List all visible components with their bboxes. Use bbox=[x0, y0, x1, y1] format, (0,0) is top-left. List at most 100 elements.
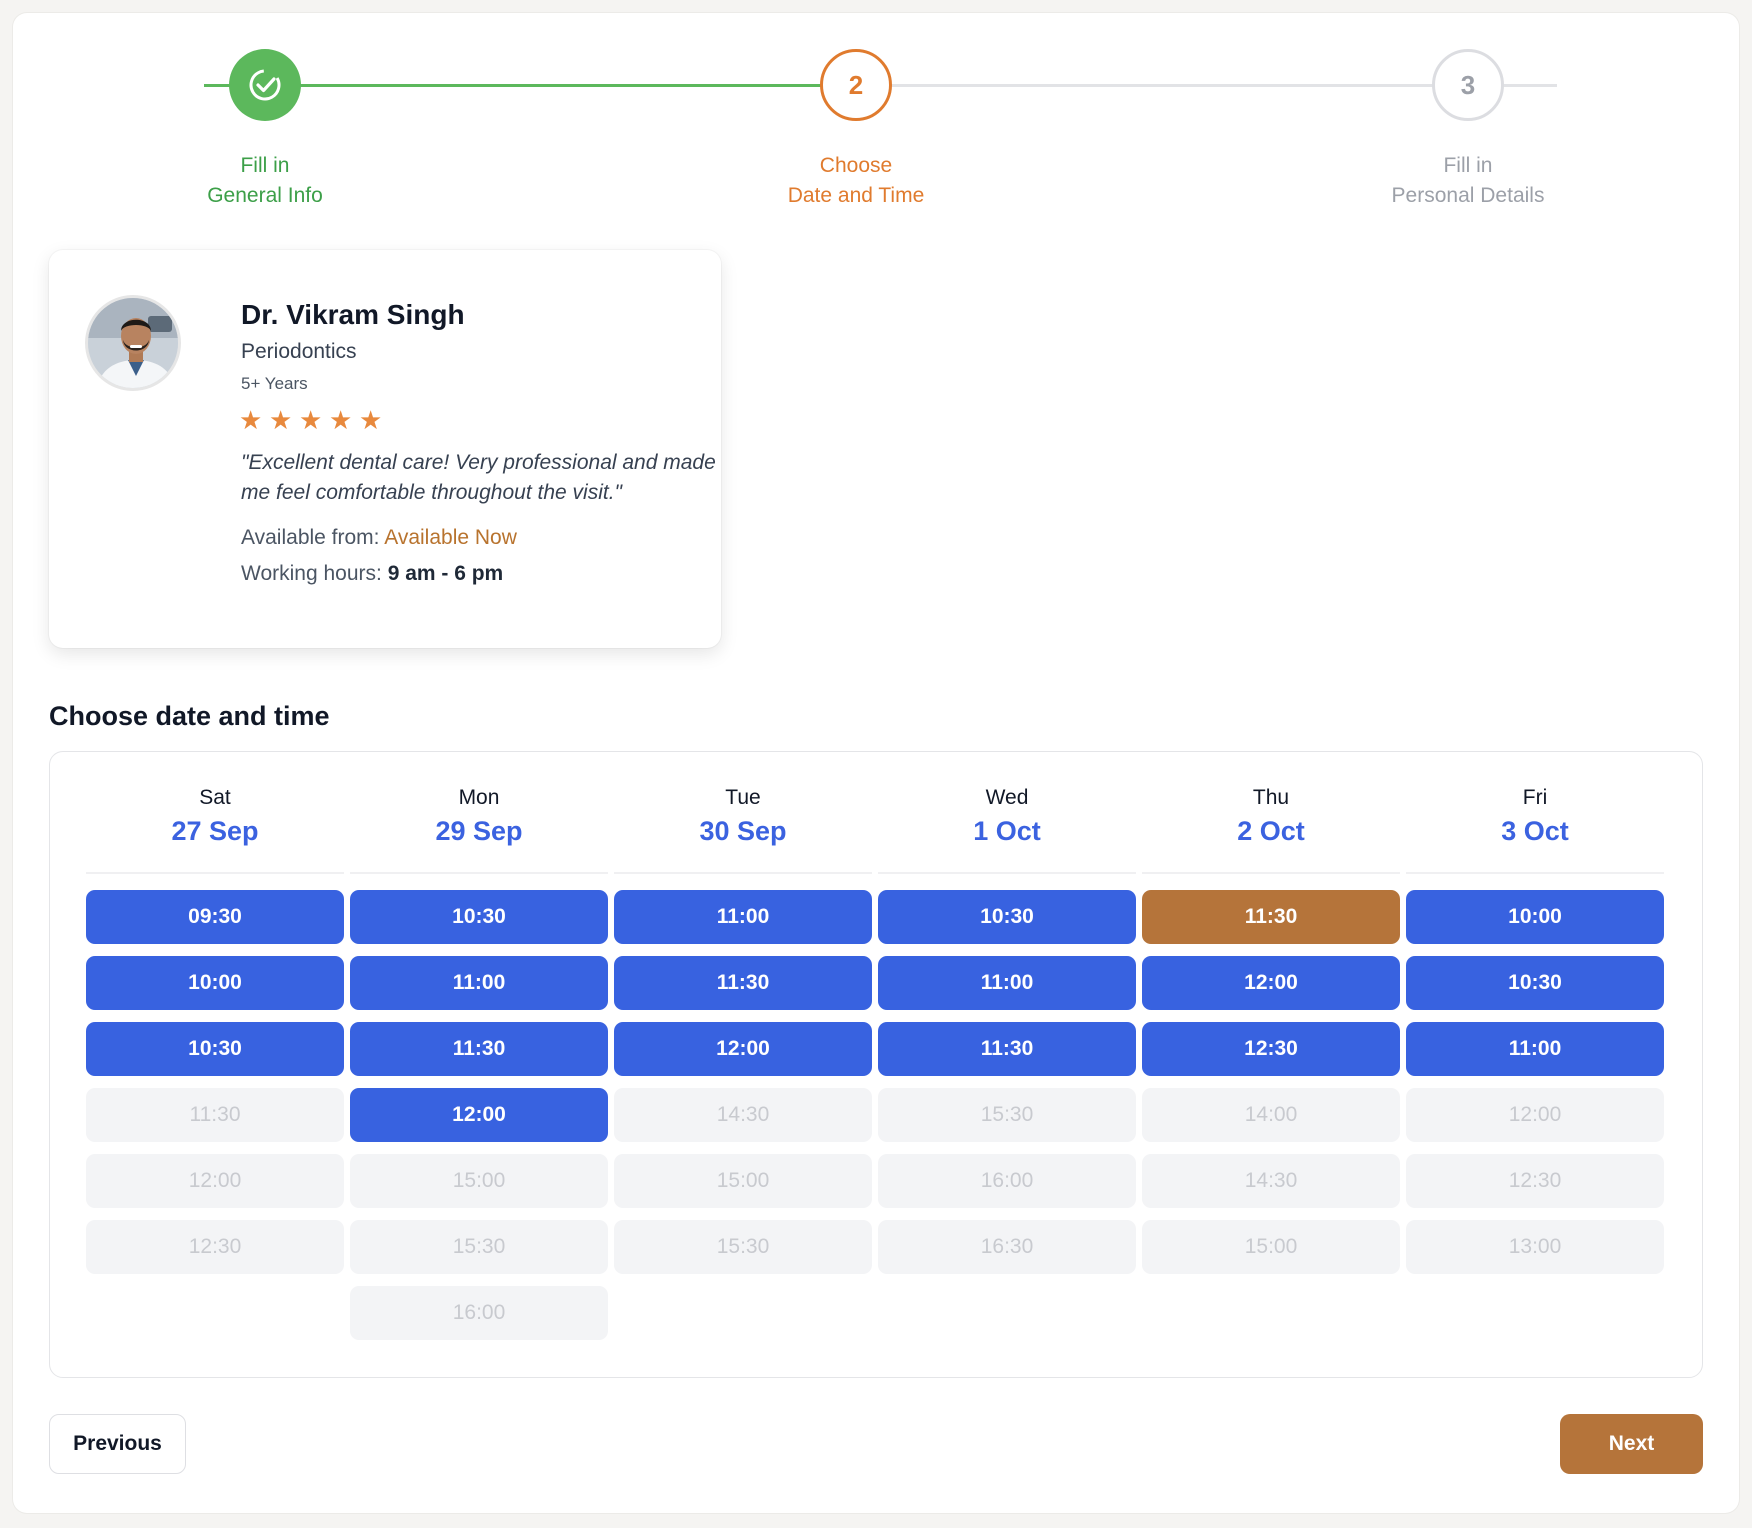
step-3-circle[interactable]: 3 bbox=[1432, 49, 1504, 121]
slot-list: 11:00 11:30 12:00 14:30 15:00 15:30 bbox=[614, 890, 872, 1274]
section-title: Choose date and time bbox=[49, 701, 330, 731]
availability-label: Available from: bbox=[241, 526, 380, 549]
time-slot-disabled: 14:00 bbox=[1142, 1088, 1400, 1142]
doctor-specialty: Periodontics bbox=[241, 340, 357, 363]
time-slot-disabled: 12:30 bbox=[86, 1220, 344, 1274]
step-3-label-line1: Fill in bbox=[1443, 154, 1493, 177]
star-icon: ★ bbox=[239, 405, 263, 435]
time-slot[interactable]: 10:30 bbox=[878, 890, 1136, 944]
time-slot[interactable]: 10:30 bbox=[86, 1022, 344, 1076]
progress-stepper: 2 3 Fill in General Info Choose Date and… bbox=[13, 13, 1739, 223]
time-slot[interactable]: 11:30 bbox=[878, 1022, 1136, 1076]
day-header: Wed 1 Oct bbox=[878, 752, 1136, 874]
day-column-sat: Sat 27 Sep 09:30 10:00 10:30 11:30 12:00 12:3… bbox=[86, 752, 344, 1274]
star-icon: ★ bbox=[359, 405, 383, 435]
time-slot[interactable]: 10:30 bbox=[350, 890, 608, 944]
rating-stars: ★ ★ ★ ★ ★ bbox=[239, 407, 385, 433]
time-slot[interactable]: 11:00 bbox=[878, 956, 1136, 1010]
step-3-number: 3 bbox=[1460, 69, 1476, 100]
working-hours: Working hours: 9 am - 6 pm bbox=[241, 562, 503, 586]
time-slot-disabled: 14:30 bbox=[614, 1088, 872, 1142]
day-column-thu: Thu 2 Oct 11:30 12:00 12:30 14:00 14:30 15:00 bbox=[1142, 752, 1400, 1274]
slot-list: 10:00 10:30 11:00 12:00 12:30 13:00 bbox=[1406, 890, 1664, 1274]
day-name: Mon bbox=[458, 786, 500, 809]
day-date: 3 Oct bbox=[1501, 816, 1569, 846]
time-slot-disabled: 15:00 bbox=[614, 1154, 872, 1208]
time-slot[interactable]: 09:30 bbox=[86, 890, 344, 944]
star-icon: ★ bbox=[299, 405, 323, 435]
time-slot-disabled: 11:30 bbox=[86, 1088, 344, 1142]
time-slot[interactable]: 11:00 bbox=[614, 890, 872, 944]
doctor-card: Dr. Vikram Singh Periodontics 5+ Years ★… bbox=[49, 250, 721, 648]
step-3-label: Fill in Personal Details bbox=[1338, 151, 1598, 211]
check-circle-icon bbox=[249, 69, 281, 101]
working-hours-value: 9 am - 6 pm bbox=[387, 562, 504, 585]
time-slot[interactable]: 10:00 bbox=[86, 956, 344, 1010]
time-slot[interactable]: 12:00 bbox=[1142, 956, 1400, 1010]
day-date: 1 Oct bbox=[973, 816, 1041, 846]
step-2-circle[interactable]: 2 bbox=[820, 49, 892, 121]
time-slot[interactable]: 10:30 bbox=[1406, 956, 1664, 1010]
star-icon: ★ bbox=[269, 405, 293, 435]
day-date: 30 Sep bbox=[699, 816, 787, 846]
day-name: Tue bbox=[725, 786, 761, 809]
doctor-photo bbox=[88, 298, 178, 388]
time-slot[interactable]: 12:30 bbox=[1142, 1022, 1400, 1076]
time-slot[interactable]: 10:00 bbox=[1406, 890, 1664, 944]
day-column-wed: Wed 1 Oct 10:30 11:00 11:30 15:30 16:00 16:30 bbox=[878, 752, 1136, 1274]
time-slot[interactable]: 11:30 bbox=[614, 956, 872, 1010]
time-slot[interactable]: 12:00 bbox=[614, 1022, 872, 1076]
time-slot-disabled: 13:00 bbox=[1406, 1220, 1664, 1274]
availability: Available from: Available Now bbox=[241, 526, 517, 550]
time-slot-disabled: 12:00 bbox=[86, 1154, 344, 1208]
time-slot[interactable]: 11:00 bbox=[350, 956, 608, 1010]
step-1-circle[interactable] bbox=[229, 49, 301, 121]
day-name: Thu bbox=[1252, 786, 1290, 809]
step-1-label-line2: General Info bbox=[207, 184, 323, 207]
doctor-experience: 5+ Years bbox=[241, 374, 308, 393]
time-slot-disabled: 15:30 bbox=[878, 1088, 1136, 1142]
day-header: Sat 27 Sep bbox=[86, 752, 344, 874]
slot-list: 10:30 11:00 11:30 12:00 15:00 15:30 16:00 bbox=[350, 890, 608, 1340]
time-slot-disabled: 16:00 bbox=[350, 1286, 608, 1340]
time-slot[interactable]: 11:30 bbox=[350, 1022, 608, 1076]
day-header: Mon 29 Sep bbox=[350, 752, 608, 874]
working-hours-label: Working hours: bbox=[241, 562, 382, 585]
time-slot-disabled: 15:30 bbox=[614, 1220, 872, 1274]
day-header: Thu 2 Oct bbox=[1142, 752, 1400, 874]
day-header: Tue 30 Sep bbox=[614, 752, 872, 874]
step-3-label-line2: Personal Details bbox=[1391, 184, 1545, 207]
slot-list: 09:30 10:00 10:30 11:30 12:00 12:30 bbox=[86, 890, 344, 1274]
day-name: Sat bbox=[199, 786, 231, 809]
doctor-name: Dr. Vikram Singh bbox=[241, 299, 465, 330]
time-slot-disabled: 15:00 bbox=[1142, 1220, 1400, 1274]
star-icon: ★ bbox=[329, 405, 353, 435]
step-2-number: 2 bbox=[848, 69, 864, 100]
day-name: Wed bbox=[985, 786, 1029, 809]
step-2-label-line2: Date and Time bbox=[787, 184, 925, 207]
time-slot[interactable]: 12:00 bbox=[350, 1088, 608, 1142]
time-slot-disabled: 12:30 bbox=[1406, 1154, 1664, 1208]
step-2-label-line1: Choose bbox=[819, 154, 893, 177]
time-slot-selected[interactable]: 11:30 bbox=[1142, 890, 1400, 944]
time-slot-disabled: 15:00 bbox=[350, 1154, 608, 1208]
day-column-mon: Mon 29 Sep 10:30 11:00 11:30 12:00 15:00 15:3… bbox=[350, 752, 608, 1340]
step-2-label: Choose Date and Time bbox=[726, 151, 986, 211]
step-1-label-line1: Fill in bbox=[240, 154, 290, 177]
doctor-review: "Excellent dental care! Very professiona… bbox=[241, 451, 716, 504]
previous-button[interactable]: Previous bbox=[49, 1414, 186, 1474]
day-name: Fri bbox=[1522, 786, 1548, 809]
booking-panel: 2 3 Fill in General Info Choose Date and… bbox=[13, 13, 1739, 1513]
time-slot-disabled: 16:30 bbox=[878, 1220, 1136, 1274]
day-header: Fri 3 Oct bbox=[1406, 752, 1664, 874]
availability-value: Available Now bbox=[384, 526, 517, 549]
date-time-calendar: Sat 27 Sep 09:30 10:00 10:30 11:30 12:00 12:3… bbox=[49, 751, 1703, 1378]
step-1-label: Fill in General Info bbox=[135, 151, 395, 211]
slot-list: 10:30 11:00 11:30 15:30 16:00 16:30 bbox=[878, 890, 1136, 1274]
time-slot-disabled: 12:00 bbox=[1406, 1088, 1664, 1142]
time-slot-disabled: 14:30 bbox=[1142, 1154, 1400, 1208]
time-slot[interactable]: 11:00 bbox=[1406, 1022, 1664, 1076]
day-column-fri: Fri 3 Oct 10:00 10:30 11:00 12:00 12:30 13:00 bbox=[1406, 752, 1664, 1274]
slot-list: 11:30 12:00 12:30 14:00 14:30 15:00 bbox=[1142, 890, 1400, 1274]
next-button[interactable]: Next bbox=[1560, 1414, 1703, 1474]
